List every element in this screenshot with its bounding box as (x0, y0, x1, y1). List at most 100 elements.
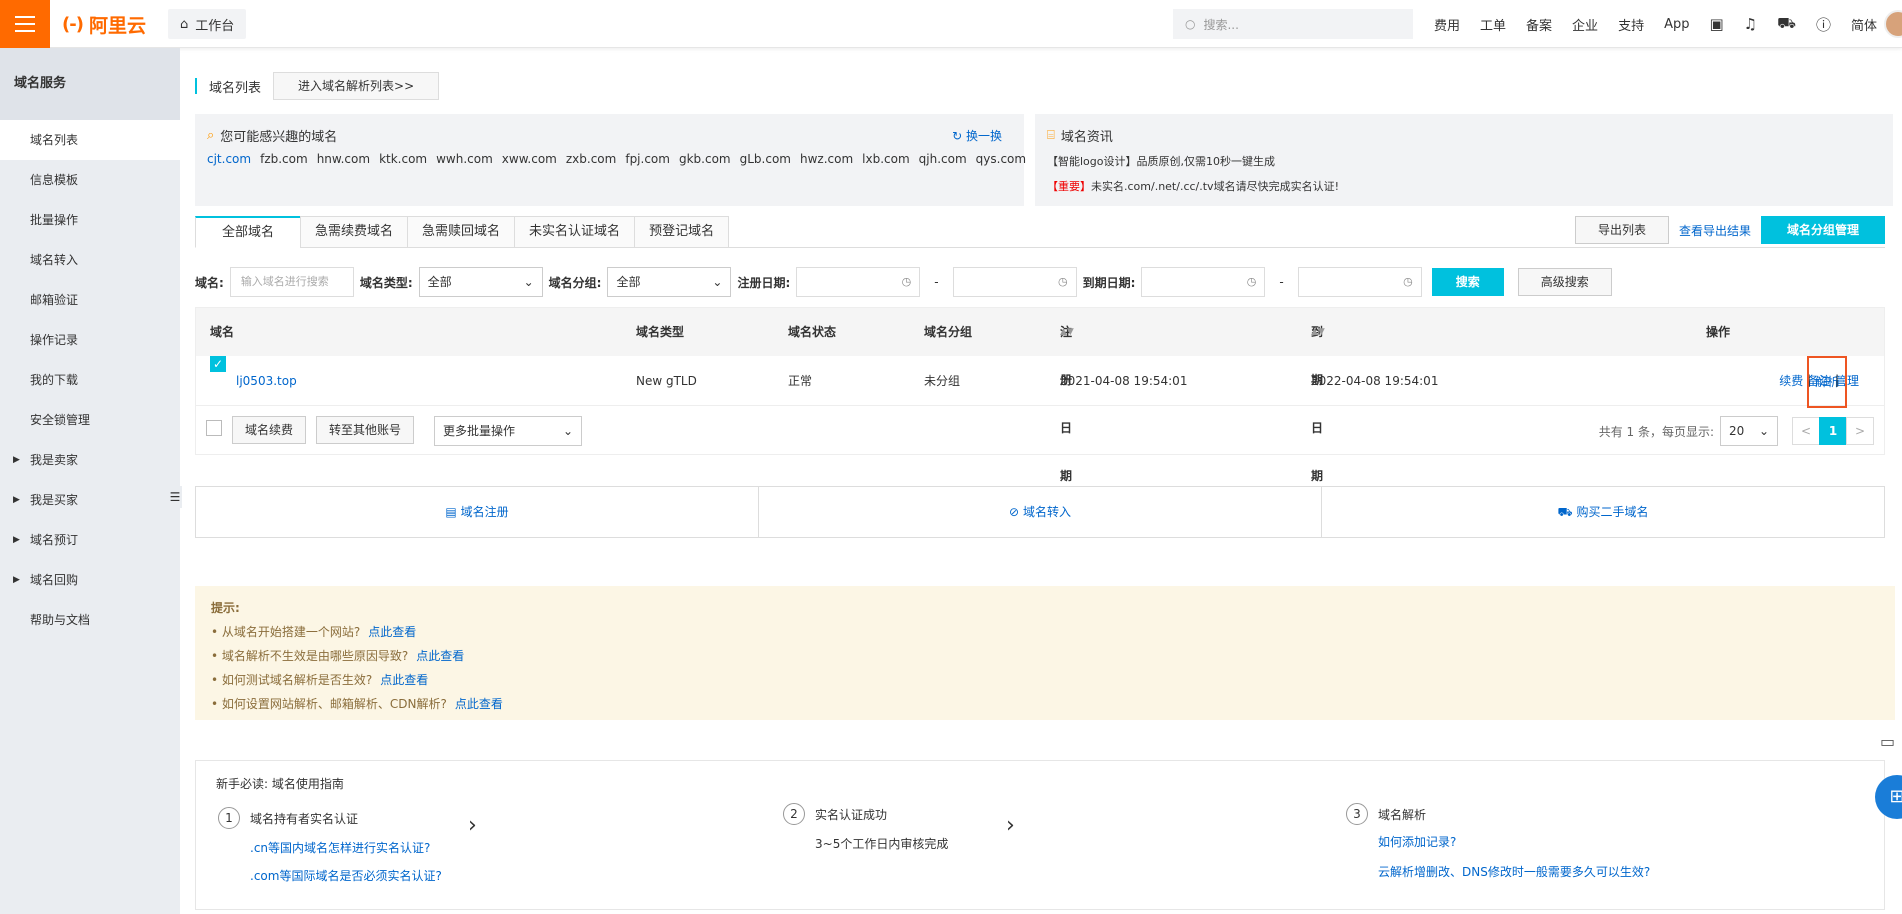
workbench-button[interactable]: ⌂ 工作台 (168, 9, 247, 39)
quick-buy-secondhand[interactable]: ⛟ 购买二手域名 (1322, 487, 1884, 537)
sidebar-item[interactable]: 操作记录 (0, 320, 180, 360)
suggested-domain[interactable]: fpj.com (625, 152, 670, 166)
suggested-domain[interactable]: gkb.com (679, 152, 731, 166)
bell-icon[interactable]: ♫ (1744, 15, 1757, 33)
tip-item: • 如何设置网站解析、邮箱解析、CDN解析? 点此查看 (211, 692, 1879, 716)
tip-link[interactable]: 点此查看 (368, 625, 416, 639)
export-button[interactable]: 导出列表 (1574, 216, 1669, 244)
export-result-link[interactable]: 查看导出结果 (1679, 222, 1751, 239)
page-1-button[interactable]: 1 (1819, 417, 1847, 445)
help-icon[interactable]: ⓘ (1816, 14, 1831, 35)
sidebar-item[interactable]: 信息模板 (0, 160, 180, 200)
reg-date-start[interactable]: ◷ (796, 267, 921, 297)
page-size-value: 20 (1729, 424, 1745, 438)
batch-renew-button[interactable]: 域名续费 (232, 416, 307, 444)
suggested-domain[interactable]: qys.com (976, 152, 1026, 166)
news-line-2[interactable]: 【重要】未实名.com/.net/.cc/.tv域名请尽快完成实名认证! (1047, 177, 1881, 196)
tab-preregistered[interactable]: 预登记域名 (634, 216, 730, 248)
calendar-icon: ◷ (1403, 275, 1413, 288)
suggested-domain[interactable]: hwz.com (800, 152, 853, 166)
sidebar-item[interactable]: ▶ 我是卖家 (0, 440, 180, 480)
domain-link[interactable]: lj0503.top (236, 374, 297, 388)
tab-renew-urgent[interactable]: 急需续费域名 (300, 216, 408, 248)
suggested-domain[interactable]: qjh.com (919, 152, 967, 166)
sidebar-item[interactable]: 邮箱验证 (0, 280, 180, 320)
nav-support[interactable]: 支持 (1618, 15, 1644, 34)
group-select[interactable]: 全部 ⌄ (607, 267, 732, 297)
nav-ticket[interactable]: 工单 (1480, 15, 1506, 34)
suggested-domain[interactable]: wwh.com (436, 152, 493, 166)
step-link[interactable]: 如何添加记录? (1378, 833, 1456, 850)
sidebar-item[interactable]: 批量操作 (0, 200, 180, 240)
sidebar-item[interactable]: 我的下载 (0, 360, 180, 400)
logo[interactable]: (-) 阿里云 (62, 12, 146, 37)
tab-all[interactable]: 全部域名 (195, 216, 301, 248)
chat-icon[interactable]: ▭ (1880, 732, 1895, 751)
step-link[interactable]: .cn等国内域名怎样进行实名认证? (250, 839, 430, 856)
row-checkbox[interactable]: ✓ (210, 356, 226, 372)
dns-list-button[interactable]: 进入域名解析列表>> (273, 72, 440, 100)
language-switch[interactable]: 简体 (1851, 15, 1877, 34)
refresh-link[interactable]: ↻ 换一换 (952, 127, 1002, 144)
reg-date-end[interactable]: ◷ (952, 267, 1077, 297)
step-link[interactable]: .com等国际域名是否必须实名认证? (250, 867, 442, 884)
renew-link[interactable]: 续费 (1779, 374, 1803, 388)
tip-link[interactable]: 点此查看 (416, 649, 464, 663)
suggested-domain[interactable]: gLb.com (740, 152, 791, 166)
nav-app[interactable]: App (1664, 17, 1689, 32)
tip-link[interactable]: 点此查看 (380, 673, 428, 687)
tip-link[interactable]: 点此查看 (455, 697, 503, 711)
page-size-select[interactable]: 20 ⌄ (1720, 416, 1778, 446)
suggested-domain[interactable]: lxb.com (862, 152, 910, 166)
batch-ops-value: 更多批量操作 (443, 424, 516, 438)
sidebar-item[interactable]: ▶ 域名回购 (0, 560, 180, 600)
exp-date-start[interactable]: ◷ (1141, 267, 1266, 297)
sidebar-item[interactable]: 域名列表 (0, 120, 180, 160)
domain-search-input[interactable]: 输入域名进行搜索 (229, 267, 354, 297)
batch-ops-select[interactable]: 更多批量操作 ⌄ (434, 416, 582, 446)
total-count: 共有 1 条，每页显示: (1598, 424, 1714, 439)
nav-icp[interactable]: 备案 (1526, 15, 1552, 34)
cart-icon[interactable]: ⛟ (1777, 14, 1796, 34)
news-line-1[interactable]: 【智能logo设计】品质原创,仅需10秒一键生成 (1047, 152, 1881, 171)
calendar-icon: ◷ (901, 275, 912, 288)
suggested-domain[interactable]: xww.com (502, 152, 557, 166)
suggested-domain[interactable]: ktk.com (379, 152, 427, 166)
exp-date-end[interactable]: ◷ (1297, 267, 1422, 297)
sidebar-item-label: 域名列表 (30, 133, 79, 147)
nav-fee[interactable]: 费用 (1434, 15, 1460, 34)
type-select[interactable]: 全部 ⌄ (418, 267, 543, 297)
cell-reg-date: 2021-04-08 19:54:01 (1060, 374, 1188, 388)
group-manage-button[interactable]: 域名分组管理 (1760, 216, 1885, 244)
prev-page-button[interactable]: < (1792, 417, 1820, 445)
avatar[interactable] (1884, 10, 1902, 38)
tab-redeem-urgent[interactable]: 急需赎回域名 (407, 216, 515, 248)
nav-enterprise[interactable]: 企业 (1572, 15, 1598, 34)
sidebar-collapse-icon[interactable]: ☰ (168, 486, 182, 508)
transfer-account-button[interactable]: 转至其他账号 (316, 416, 415, 444)
terminal-icon[interactable]: ▣ (1709, 15, 1723, 33)
advanced-search-button[interactable]: 高级搜索 (1517, 268, 1612, 296)
quick-transfer-in[interactable]: ⊘ 域名转入 (759, 487, 1322, 537)
step-title: 实名认证成功 (815, 808, 888, 822)
cell-exp-date: 2022-04-08 19:54:01 (1311, 374, 1439, 388)
sidebar-item[interactable]: 帮助与文档 (0, 600, 180, 640)
sidebar-item[interactable]: ▶ 我是买家 (0, 480, 180, 520)
sidebar-item[interactable]: ▶ 域名预订 (0, 520, 180, 560)
search-button[interactable]: 搜索 (1431, 268, 1504, 296)
news-title: 域名资讯 (1060, 129, 1113, 145)
step-link[interactable]: 云解析增删改、DNS修改时一般需要多久可以生效? (1378, 863, 1650, 880)
quick-register[interactable]: ▤ 域名注册 (196, 487, 759, 537)
chevron-down-icon: ⌄ (562, 424, 573, 438)
select-all-checkbox[interactable] (206, 420, 222, 436)
suggested-domain[interactable]: zxb.com (566, 152, 616, 166)
suggested-domain[interactable]: hnw.com (317, 152, 370, 166)
tab-unverified[interactable]: 未实名认证域名 (514, 216, 635, 248)
next-page-button[interactable]: > (1846, 417, 1874, 445)
sidebar-item[interactable]: 安全锁管理 (0, 400, 180, 440)
suggested-domain[interactable]: fzb.com (260, 152, 308, 166)
menu-icon[interactable] (0, 0, 50, 48)
suggested-domain[interactable]: cjt.com (207, 152, 251, 166)
sidebar-item[interactable]: 域名转入 (0, 240, 180, 280)
search-input[interactable]: ○ 搜索... (1173, 9, 1413, 39)
